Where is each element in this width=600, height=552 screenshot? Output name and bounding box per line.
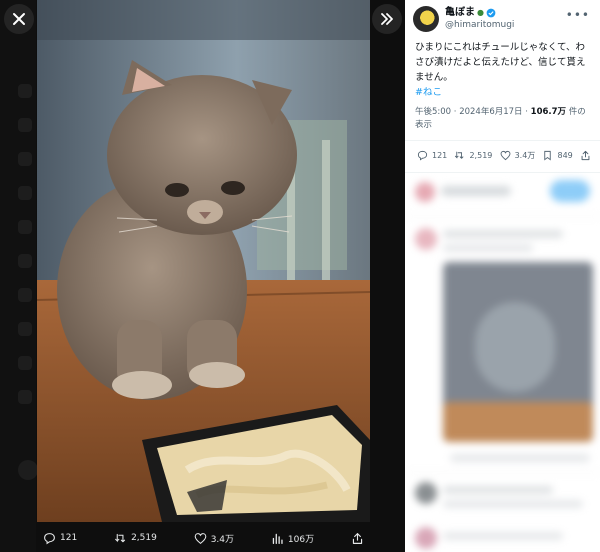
repost-icon <box>455 151 464 159</box>
repost-count: 2,519 <box>131 533 157 543</box>
nav-ghost-icon <box>18 390 32 404</box>
author-display-name[interactable]: 亀ぼま <box>445 7 475 19</box>
avatar[interactable] <box>413 6 439 32</box>
blurred-text <box>443 244 533 252</box>
nav-ghost-icon <box>18 186 32 200</box>
post-detail-pane: 亀ぼま ● @himaritomugi ••• ひまりにこれはチュールじゃなくて… <box>405 0 600 552</box>
view-count: 106万 <box>287 534 315 545</box>
reply-button[interactable]: 121 <box>43 532 77 545</box>
heart-icon <box>500 150 510 161</box>
like-button[interactable]: 3.4万 <box>500 150 536 161</box>
like-count: 3.4万 <box>210 534 235 545</box>
blurred-divider <box>405 216 600 217</box>
blurred-button <box>550 180 590 202</box>
blurred-avatar <box>415 482 437 504</box>
reply-count: 121 <box>60 533 78 543</box>
cat-photo-illustration <box>37 0 370 522</box>
blurred-avatar <box>415 182 435 202</box>
blurred-image <box>475 302 555 392</box>
media-viewer: 121 2,519 3.4万 106万 <box>0 0 405 552</box>
hashtag-link[interactable]: #ねこ <box>415 87 442 98</box>
chevrons-right-icon <box>381 13 393 25</box>
close-button[interactable] <box>4 4 34 34</box>
share-icon <box>581 150 590 161</box>
bookmark-count: 849 <box>557 151 573 160</box>
reply-icon <box>44 532 55 544</box>
blurred-avatar <box>415 228 437 250</box>
close-icon <box>13 13 25 25</box>
repost-button[interactable]: 2,519 <box>114 532 157 545</box>
blurred-text <box>443 230 563 238</box>
blurred-avatar <box>415 527 437 549</box>
heart-icon <box>194 532 207 544</box>
media-action-bar: 121 2,519 3.4万 106万 <box>37 524 370 552</box>
blurred-text <box>441 186 511 196</box>
author-handle[interactable]: @himaritomugi <box>445 19 514 31</box>
post-text: ひまりにこれはチュールじゃなくて、わさび漬けだよと伝えたけど、信じて貰えません。… <box>415 40 593 100</box>
background-nav <box>0 0 38 552</box>
nav-ghost-icon <box>18 322 32 336</box>
blurred-text <box>443 486 553 494</box>
post-views-count: 106.7万 <box>530 107 567 117</box>
reply-count: 121 <box>432 151 448 160</box>
blurred-image <box>443 402 593 442</box>
like-count: 3.4万 <box>514 151 536 160</box>
share-button[interactable] <box>351 532 364 545</box>
nav-ghost-icon <box>18 356 32 370</box>
more-options-icon[interactable]: ••• <box>566 8 590 22</box>
blurred-text <box>443 500 583 508</box>
nav-ghost-icon <box>18 288 32 302</box>
views-button[interactable]: 106万 <box>271 532 314 545</box>
like-button[interactable]: 3.4万 <box>194 532 234 545</box>
divider <box>405 140 600 141</box>
post-body: ひまりにこれはチュールじゃなくて、わさび漬けだよと伝えたけど、信じて貰えません。 <box>415 42 586 83</box>
nav-ghost-icon <box>18 84 32 98</box>
nav-ghost-avatar <box>18 460 38 480</box>
analytics-icon <box>272 533 283 544</box>
post-date[interactable]: 2024年6月17日 <box>459 107 522 117</box>
share-button[interactable] <box>580 150 591 161</box>
blurred-text <box>450 454 590 462</box>
blurred-replies <box>405 172 600 552</box>
blurred-divider <box>405 472 600 473</box>
turtle-emoji-icon: ● <box>477 8 484 17</box>
nav-ghost-icon <box>18 152 32 166</box>
bookmark-button[interactable]: 849 <box>542 150 573 161</box>
verified-badge-icon <box>486 8 496 18</box>
expand-sidebar-button[interactable] <box>372 4 402 34</box>
post-author[interactable]: 亀ぼま ● @himaritomugi <box>413 6 514 32</box>
post-time[interactable]: 午後5:00 <box>415 107 451 117</box>
nav-ghost-icon <box>18 254 32 268</box>
reply-icon <box>417 150 428 161</box>
nav-ghost-icon <box>18 118 32 132</box>
post-photo[interactable] <box>37 0 370 522</box>
blurred-text <box>443 532 563 540</box>
bookmark-icon <box>544 150 552 161</box>
share-icon <box>352 532 363 544</box>
repost-button[interactable]: 2,519 <box>454 150 492 161</box>
reply-button[interactable]: 121 <box>417 150 447 161</box>
nav-ghost-icon <box>18 220 32 234</box>
repost-count: 2,519 <box>469 151 493 160</box>
post-stats-bar: 121 2,519 3.4万 849 <box>417 150 591 161</box>
post-meta: 午後5:00 · 2024年6月17日 · 106.7万 件の表示 <box>415 107 586 130</box>
repost-icon <box>115 533 126 542</box>
